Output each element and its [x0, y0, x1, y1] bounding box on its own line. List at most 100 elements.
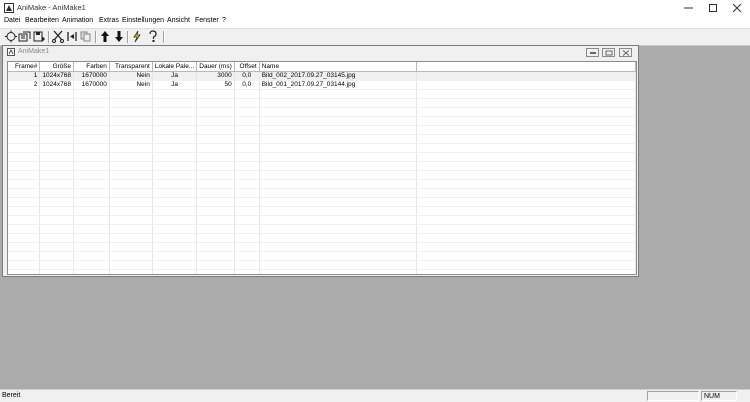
status-text: Bereit	[2, 392, 21, 399]
empty-cell	[234, 170, 260, 180]
column-header-offset[interactable]: Offset	[234, 62, 260, 72]
insert-frame-button[interactable]	[4, 30, 18, 43]
empty-cell	[39, 206, 74, 216]
close-button[interactable]	[722, 0, 750, 16]
menu-extras[interactable]: Extras	[98, 17, 120, 24]
column-header-local-palette[interactable]: Lokale Pale...	[152, 62, 198, 72]
app-icon	[4, 3, 14, 13]
help-button[interactable]	[146, 30, 160, 43]
empty-row	[8, 98, 636, 108]
toolbar-separator	[163, 31, 165, 43]
menu-help[interactable]: ?	[221, 17, 227, 24]
empty-cell	[416, 125, 636, 135]
empty-cell	[39, 161, 74, 171]
doc-restore-button[interactable]	[602, 48, 615, 57]
empty-cell	[73, 179, 110, 189]
empty-cell	[152, 188, 198, 198]
open-button[interactable]	[18, 30, 32, 43]
empty-cell	[234, 206, 260, 216]
empty-cell	[416, 98, 636, 108]
empty-cell	[8, 161, 41, 171]
empty-cell	[234, 179, 260, 189]
cell-frame: 2	[8, 80, 41, 90]
empty-row	[8, 269, 636, 274]
copy-button[interactable]	[79, 30, 93, 43]
empty-cell	[8, 197, 41, 207]
empty-cell	[196, 197, 235, 207]
empty-row	[8, 233, 636, 243]
empty-cell	[39, 98, 74, 108]
menu-ansicht[interactable]: Ansicht	[166, 17, 191, 24]
save-button[interactable]	[32, 30, 46, 43]
menu-fenster[interactable]: Fenster	[194, 17, 220, 24]
empty-cell	[73, 251, 110, 261]
empty-cell	[152, 215, 198, 225]
empty-cell	[152, 89, 198, 99]
properties-button[interactable]	[65, 30, 79, 43]
empty-cell	[8, 188, 41, 198]
empty-row	[8, 89, 636, 99]
column-header-name[interactable]: Name	[259, 62, 417, 72]
empty-cell	[109, 188, 153, 198]
cell-filler	[416, 71, 636, 81]
move-down-button[interactable]	[112, 30, 126, 43]
empty-cell	[109, 107, 153, 117]
cut-button[interactable]	[51, 30, 65, 43]
empty-cell	[416, 116, 636, 126]
empty-cell	[73, 170, 110, 180]
empty-cell	[259, 260, 417, 270]
empty-cell	[196, 206, 235, 216]
column-header-frame[interactable]: Frame#	[8, 62, 41, 72]
doc-minimize-button[interactable]	[586, 48, 599, 57]
doc-close-button[interactable]	[619, 48, 632, 57]
frame-list[interactable]: Frame# Größe Farben Transparent Lokale P…	[7, 61, 637, 275]
empty-row	[8, 215, 636, 225]
empty-cell	[234, 242, 260, 252]
empty-cell	[259, 143, 417, 153]
empty-cell	[73, 188, 110, 198]
move-up-button[interactable]	[98, 30, 112, 43]
column-header-colors[interactable]: Farben	[73, 62, 110, 72]
empty-cell	[234, 215, 260, 225]
menu-einstellungen[interactable]: Einstellungen	[121, 17, 165, 24]
empty-cell	[39, 188, 74, 198]
empty-cell	[39, 179, 74, 189]
cell-local-palette: Ja	[152, 80, 198, 90]
play-button[interactable]	[130, 30, 144, 43]
toolbar	[0, 28, 750, 46]
column-header-transparent[interactable]: Transparent	[109, 62, 153, 72]
empty-cell	[109, 125, 153, 135]
empty-cell	[259, 224, 417, 234]
empty-row	[8, 161, 636, 171]
empty-cell	[152, 197, 198, 207]
empty-cell	[234, 89, 260, 99]
column-header-size[interactable]: Größe	[39, 62, 74, 72]
cell-transparent: Nein	[109, 80, 153, 90]
empty-row	[8, 188, 636, 198]
minimize-icon	[590, 52, 596, 54]
menu-animation[interactable]: Animation	[61, 17, 94, 24]
table-row[interactable]: 1 1024x768 1670000 Nein Ja 3000 0,0 Bild_002_20…	[8, 71, 636, 81]
empty-cell	[109, 206, 153, 216]
empty-cell	[39, 197, 74, 207]
table-row[interactable]: 2 1024x768 1670000 Nein Ja 50 0,0 Bild_001_2017…	[8, 80, 636, 90]
empty-cell	[39, 260, 74, 270]
empty-cell	[196, 125, 235, 135]
empty-cell	[39, 152, 74, 162]
empty-cell	[73, 242, 110, 252]
empty-cell	[196, 134, 235, 144]
empty-cell	[234, 233, 260, 243]
empty-cell	[416, 152, 636, 162]
status-bar: Bereit NUM	[0, 389, 750, 402]
empty-cell	[196, 116, 235, 126]
empty-cell	[152, 233, 198, 243]
empty-cell	[8, 206, 41, 216]
menu-bearbeiten[interactable]: Bearbeiten	[24, 17, 60, 24]
empty-cell	[39, 224, 74, 234]
empty-cell	[234, 125, 260, 135]
column-header-duration[interactable]: Dauer (ms)	[196, 62, 235, 72]
menu-datei[interactable]: Datei	[3, 17, 21, 24]
cell-filler	[416, 80, 636, 90]
cut-icon	[52, 30, 64, 43]
empty-cell	[259, 197, 417, 207]
